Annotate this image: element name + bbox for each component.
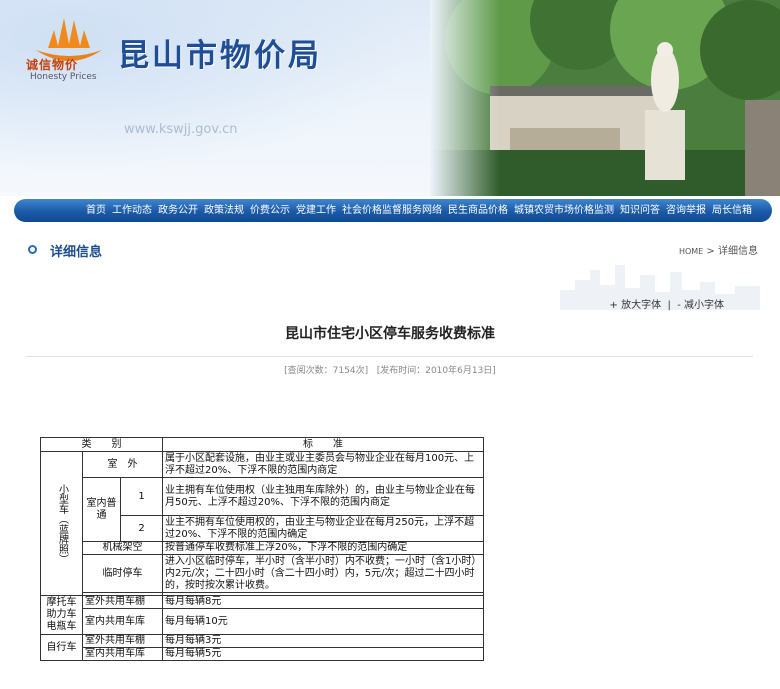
section-title: 详细信息 <box>50 245 103 260</box>
logo-text: 诚信物价 <box>26 58 79 72</box>
nav-item-home[interactable]: 首页 <box>86 199 106 222</box>
title-divider <box>26 356 753 357</box>
bike-indoor-garage: 室内共用车库 <box>82 647 163 661</box>
table-row: 室内共用车库 每月每辆10元 <box>41 608 484 635</box>
indoor-number-2: 2 <box>120 515 163 542</box>
standard-indoor-1: 业主拥有车位使用权（业主独用车库除外）的，由业主与物业企业在每月50元、上浮不超… <box>162 477 484 516</box>
section-header: 详细信息 HOME > 详细信息 <box>14 236 772 263</box>
enlarge-font-link[interactable]: + 放大字体 <box>610 300 662 311</box>
breadcrumb-current: 详细信息 <box>718 246 758 257</box>
standard-mechanical: 按普通停车收费标准上浮20%，下浮不限的范围内确定 <box>162 541 484 555</box>
breadcrumb: HOME > 详细信息 <box>679 242 758 257</box>
moto-outdoor-shed: 室外共用车棚 <box>82 595 163 609</box>
view-count: [查阅次数：7154次] <box>284 366 369 376</box>
category-mechanical: 机械架空 <box>82 541 163 555</box>
nav-item-public[interactable]: 政务公开 <box>158 199 198 222</box>
site-title: 昆山市物价局 <box>118 38 322 74</box>
standard-bike-indoor: 每月每辆5元 <box>162 647 484 661</box>
category-temporary: 临时停车 <box>82 554 163 593</box>
table-row: 摩托车助力车电瓶车 室外共用车棚 每月每辆8元 <box>40 595 484 635</box>
site-url: www.kswjj.gov.cn <box>124 122 238 137</box>
nav-item-supervision[interactable]: 社会价格监督服务网络 <box>342 199 442 222</box>
moto-indoor-garage: 室内共用车库 <box>82 608 163 635</box>
category-bicycle: 自行车 <box>40 634 83 661</box>
table-row: 临时停车 进入小区临时停车，半小时（含半小时）内不收费；一小时（含1小时）内2元… <box>41 554 484 593</box>
category-outdoor: 室 外 <box>82 451 163 478</box>
table-row: 室内普通 1 业主拥有车位使用权（业主独用车库除外）的，由业主与物业企业在每月5… <box>41 477 484 542</box>
header-standard: 标 准 <box>162 437 484 452</box>
main-nav: 首页 工作动态 政务公开 政策法规 价费公示 党建工作 社会价格监督服务网络 民… <box>14 199 772 222</box>
standard-moto-indoor: 每月每辆10元 <box>162 608 484 635</box>
nav-item-report[interactable]: 咨询举报 <box>666 199 706 222</box>
nav-item-news[interactable]: 工作动态 <box>112 199 152 222</box>
breadcrumb-home[interactable]: HOME <box>679 247 703 256</box>
standard-outdoor: 属于小区配套设施，由业主或业主委员会与物业企业在每月100元、上浮不超过20%、… <box>162 451 484 478</box>
table-row: 小型车（蓝牌照） 室 外 属于小区配套设施，由业主或业主委员会与物业企业在每月1… <box>40 451 484 596</box>
indoor-number-1: 1 <box>120 477 163 516</box>
category-motorcycle: 摩托车助力车电瓶车 <box>40 595 83 635</box>
nav-item-policy[interactable]: 政策法规 <box>204 199 244 222</box>
nav-item-party[interactable]: 党建工作 <box>296 199 336 222</box>
table-row: 室内共用车库 每月每辆5元 <box>41 647 484 661</box>
table-row: 类 别 标 准 <box>40 437 484 452</box>
bike-outdoor-shed: 室外共用车棚 <box>82 634 163 648</box>
category-small-car: 小型车（蓝牌照） <box>40 451 83 596</box>
header-category: 类 别 <box>40 437 163 452</box>
table-row: 机械架空 按普通停车收费标准上浮20%，下浮不限的范围内确定 <box>41 541 484 555</box>
category-indoor: 室内普通 <box>82 477 121 542</box>
nav-item-prices[interactable]: 价费公示 <box>250 199 290 222</box>
nav-item-goods[interactable]: 民生商品价格 <box>448 199 508 222</box>
standard-temporary: 进入小区临时停车，半小时（含半小时）内不收费；一小时（含1小时）内2元/次；二十… <box>162 554 484 593</box>
article-meta: [查阅次数：7154次] [发布时间：2010年6月13日] <box>0 363 780 376</box>
fee-table: 类 别 标 准 小型车（蓝牌照） 室 外 属于小区配套设施，由业主或业主委员会与… <box>40 437 484 661</box>
font-size-controls: + 放大字体 | - 减小字体 <box>610 296 724 311</box>
publish-date: [发布时间：2010年6月13日] <box>376 366 496 376</box>
article-title: 昆山市住宅小区停车服务收费标准 <box>285 326 495 342</box>
nav-item-faq[interactable]: 知识问答 <box>620 199 660 222</box>
logo-subtext: Honesty Prices <box>30 72 97 82</box>
standard-moto-outdoor: 每月每辆8元 <box>162 595 484 609</box>
font-controls-separator: | <box>667 300 671 311</box>
shrink-font-link[interactable]: - 减小字体 <box>677 300 724 311</box>
standard-indoor-2: 业主不拥有车位使用权的，由业主与物业企业在每月250元，上浮不超过20%、下浮不… <box>162 515 484 542</box>
table-row: 自行车 室外共用车棚 每月每辆3元 <box>40 634 484 661</box>
nav-item-market[interactable]: 城镇农贸市场价格监测 <box>514 199 614 222</box>
nav-item-mailbox[interactable]: 局长信箱 <box>712 199 752 222</box>
site-banner: 诚信物价 Honesty Prices 昆山市物价局 www.kswjj.gov… <box>0 0 780 196</box>
banner-photo <box>430 0 780 196</box>
breadcrumb-separator: > <box>706 246 715 257</box>
section-bullet-icon <box>28 245 37 254</box>
standard-bike-outdoor: 每月每辆3元 <box>162 634 484 648</box>
